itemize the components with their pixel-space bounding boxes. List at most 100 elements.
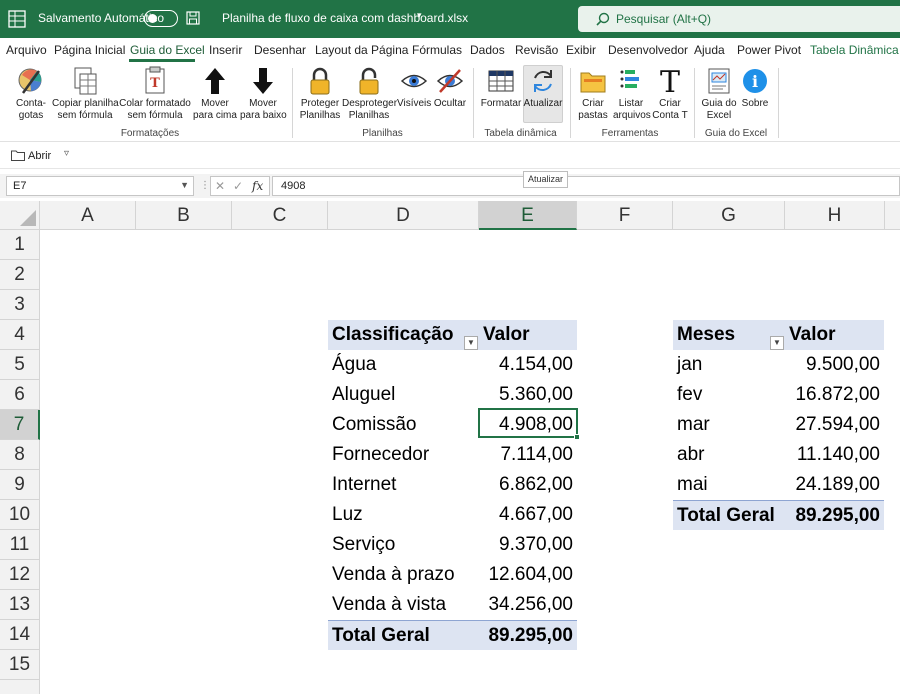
tab-arquivo[interactable]: Arquivo bbox=[6, 43, 47, 57]
pivot1-row-label[interactable]: Internet bbox=[328, 470, 479, 500]
pivot1-row-value[interactable]: 4.154,00 bbox=[479, 350, 577, 380]
pivot1-row-label[interactable]: Água bbox=[328, 350, 479, 380]
chevron-down-icon[interactable]: ▼ bbox=[180, 180, 189, 190]
row-header-5[interactable]: 5 bbox=[0, 350, 40, 380]
pivot2-row-label[interactable]: fev bbox=[673, 380, 785, 410]
pivot2-row-label[interactable]: jan bbox=[673, 350, 785, 380]
confirm-icon[interactable]: ✓ bbox=[233, 179, 243, 193]
pivot2-row-value[interactable]: 9.500,00 bbox=[785, 350, 884, 380]
tab-power-pivot[interactable]: Power Pivot bbox=[737, 43, 801, 57]
pivot1-row-value[interactable]: 12.604,00 bbox=[479, 560, 577, 590]
pivot1-row-value[interactable]: 4.667,00 bbox=[479, 500, 577, 530]
mover-para-baixo-button[interactable]: Mover para baixo bbox=[240, 66, 287, 122]
abrir-button[interactable]: Abrir bbox=[28, 150, 51, 162]
row-header-12[interactable]: 12 bbox=[0, 560, 40, 590]
pivot2-row-value[interactable]: 16.872,00 bbox=[785, 380, 884, 410]
cancel-icon[interactable]: ✕ bbox=[215, 179, 225, 193]
pivot1-total-label[interactable]: Total Geral bbox=[328, 620, 479, 650]
column-header-b[interactable]: B bbox=[136, 201, 232, 230]
mover-para-cima-button[interactable]: Mover para cima bbox=[192, 66, 238, 122]
tab-pagina-inicial[interactable]: Página Inicial bbox=[54, 43, 125, 57]
column-header-d[interactable]: D bbox=[328, 201, 479, 230]
row-header-16[interactable] bbox=[0, 680, 40, 694]
row-header-1[interactable]: 1 bbox=[0, 230, 40, 260]
row-header-9[interactable]: 9 bbox=[0, 470, 40, 500]
tab-tabela-dinamica[interactable]: Tabela Dinâmica Ana bbox=[810, 43, 900, 57]
pivot1-filter-dropdown[interactable]: ▼ bbox=[464, 336, 478, 350]
pivot2-total-value[interactable]: 89.295,00 bbox=[785, 500, 884, 530]
ocultar-button[interactable]: Ocultar bbox=[432, 66, 468, 110]
pivot2-row-label[interactable]: mar bbox=[673, 410, 785, 440]
pivot1-row-value[interactable]: 9.370,00 bbox=[479, 530, 577, 560]
pivot1-row-value[interactable]: 5.360,00 bbox=[479, 380, 577, 410]
row-header-2[interactable]: 2 bbox=[0, 260, 40, 290]
tab-dados[interactable]: Dados bbox=[470, 43, 505, 57]
row-header-15[interactable]: 15 bbox=[0, 650, 40, 680]
pivot1-row-value[interactable]: 6.862,00 bbox=[479, 470, 577, 500]
pivot1-header-value[interactable]: Valor bbox=[479, 320, 577, 350]
chevron-down-icon[interactable]: ▾ bbox=[417, 10, 422, 21]
pivot1-row-value[interactable]: 7.114,00 bbox=[479, 440, 577, 470]
fill-handle[interactable] bbox=[574, 434, 580, 440]
file-name[interactable]: Planilha de fluxo de caixa com dashboard… bbox=[222, 11, 468, 25]
pivot1-row-label[interactable]: Fornecedor bbox=[328, 440, 479, 470]
autosave-toggle[interactable] bbox=[144, 10, 178, 27]
select-all-button[interactable] bbox=[0, 201, 40, 230]
proteger-planilhas-button[interactable]: Proteger Planilhas bbox=[298, 66, 342, 122]
conta-gotas-button[interactable]: Conta- gotas bbox=[10, 66, 52, 122]
atualizar-button[interactable]: Atualizar bbox=[523, 66, 563, 110]
pivot2-row-label[interactable]: mai bbox=[673, 470, 785, 500]
name-box[interactable]: E7 ▼ bbox=[6, 176, 194, 196]
column-header-e[interactable]: E bbox=[479, 201, 577, 230]
sobre-button[interactable]: i Sobre bbox=[739, 66, 771, 110]
pivot1-total-value[interactable]: 89.295,00 bbox=[479, 620, 577, 650]
pivot1-row-value[interactable]: 34.256,00 bbox=[479, 590, 577, 620]
pivot2-header-value[interactable]: Valor bbox=[785, 320, 884, 350]
row-header-7[interactable]: 7 bbox=[0, 410, 40, 440]
listar-arquivos-button[interactable]: Listar arquivos bbox=[613, 66, 651, 122]
row-header-3[interactable]: 3 bbox=[0, 290, 40, 320]
row-header-13[interactable]: 13 bbox=[0, 590, 40, 620]
row-header-10[interactable]: 10 bbox=[0, 500, 40, 530]
pivot2-total-label[interactable]: Total Geral bbox=[673, 500, 785, 530]
search-input[interactable]: Pesquisar (Alt+Q) bbox=[578, 6, 900, 32]
tab-ajuda[interactable]: Ajuda bbox=[694, 43, 725, 57]
pivot2-header-label[interactable]: Meses bbox=[673, 320, 785, 350]
copiar-planilha-button[interactable]: Copiar planilha sem fórmula bbox=[52, 66, 119, 122]
pivot1-row-label[interactable]: Venda à vista bbox=[328, 590, 479, 620]
pivot2-filter-dropdown[interactable]: ▼ bbox=[770, 336, 784, 350]
tab-desenvolvedor[interactable]: Desenvolvedor bbox=[608, 43, 688, 57]
tab-formulas[interactable]: Fórmulas bbox=[412, 43, 462, 57]
pivot2-row-value[interactable]: 24.189,00 bbox=[785, 470, 884, 500]
criar-pastas-button[interactable]: Criar pastas bbox=[574, 66, 612, 122]
row-header-8[interactable]: 8 bbox=[0, 440, 40, 470]
column-header-i[interactable] bbox=[885, 201, 900, 230]
tab-inserir[interactable]: Inserir bbox=[209, 43, 242, 57]
save-icon[interactable] bbox=[186, 11, 200, 25]
pivot1-row-label[interactable]: Luz bbox=[328, 500, 479, 530]
tab-desenhar[interactable]: Desenhar bbox=[254, 43, 306, 57]
pivot1-header-label[interactable]: Classificação bbox=[328, 320, 479, 350]
row-header-4[interactable]: 4 bbox=[0, 320, 40, 350]
tab-guia-do-excel[interactable]: Guia do Excel bbox=[130, 43, 205, 57]
spreadsheet-grid[interactable]: A B C D E F G H 1 2 3 4 5 6 7 8 9 10 11 … bbox=[0, 198, 900, 694]
formatar-button[interactable]: Formatar bbox=[480, 66, 522, 110]
column-header-c[interactable]: C bbox=[232, 201, 328, 230]
desproteger-planilhas-button[interactable]: Desproteger Planilhas bbox=[342, 66, 397, 122]
pivot1-row-label[interactable]: Venda à prazo bbox=[328, 560, 479, 590]
colar-formatado-button[interactable]: T Colar formatado sem fórmula bbox=[119, 66, 191, 122]
customize-qat-icon[interactable]: ▿ bbox=[64, 148, 69, 159]
tab-exibir[interactable]: Exibir bbox=[566, 43, 596, 57]
column-header-g[interactable]: G bbox=[673, 201, 785, 230]
tab-layout-da-pagina[interactable]: Layout da Página bbox=[315, 43, 408, 57]
column-header-a[interactable]: A bbox=[40, 201, 136, 230]
row-header-6[interactable]: 6 bbox=[0, 380, 40, 410]
column-header-h[interactable]: H bbox=[785, 201, 885, 230]
formula-input[interactable]: 4908 bbox=[272, 176, 900, 196]
visiveis-button[interactable]: Visíveis bbox=[397, 66, 431, 110]
tab-revisao[interactable]: Revisão bbox=[515, 43, 558, 57]
row-header-14[interactable]: 14 bbox=[0, 620, 40, 650]
row-header-11[interactable]: 11 bbox=[0, 530, 40, 560]
column-header-f[interactable]: F bbox=[577, 201, 673, 230]
guia-do-excel-button[interactable]: Guia do Excel bbox=[700, 66, 738, 122]
